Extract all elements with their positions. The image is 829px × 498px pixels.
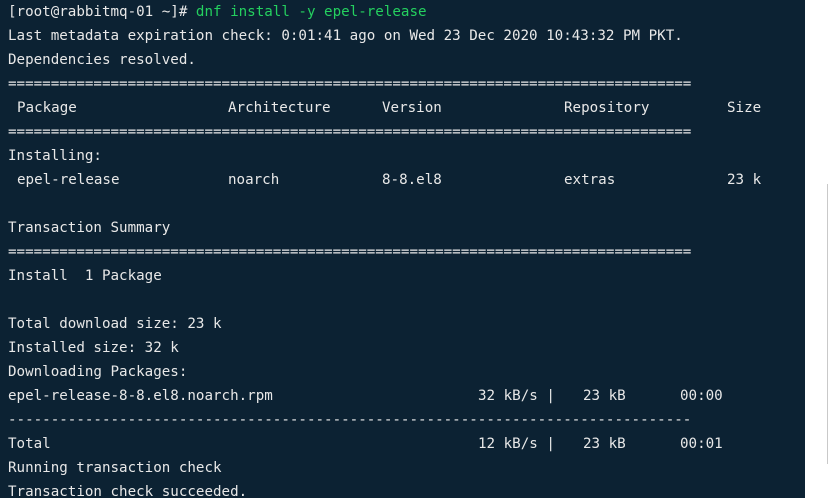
total-size: 23 kB	[583, 436, 626, 452]
download-row: epel-release-8-8.el8.noarch.rpm 32 kB/s …	[0, 384, 805, 408]
package-repo: extras	[564, 172, 616, 188]
running-check-line: Running transaction check	[8, 460, 222, 476]
download-speed: 32 kB/s |	[478, 388, 555, 404]
header-package: Package	[17, 100, 77, 116]
separator-double: ========================================…	[8, 124, 692, 140]
window-margin	[805, 0, 829, 498]
package-version: 8-8.el8	[382, 172, 442, 188]
installed-size: Installed size: 32 k	[8, 340, 179, 356]
package-arch: noarch	[228, 172, 280, 188]
package-name: epel-release	[17, 172, 120, 188]
terminal-window[interactable]: [root@rabbitmq-01 ~]# dnf install -y epe…	[0, 0, 805, 498]
total-row: Total 12 kB/s | 23 kB 00:01	[0, 432, 805, 456]
separator-double: ========================================…	[8, 76, 692, 92]
total-time: 00:01	[680, 436, 723, 452]
header-version: Version	[382, 100, 442, 116]
header-size: Size	[727, 100, 762, 116]
total-speed: 12 kB/s |	[478, 436, 555, 452]
metadata-line: Last metadata expiration check: 0:01:41 …	[8, 28, 683, 44]
scrollbar-edge[interactable]	[827, 184, 828, 464]
downloading-label: Downloading Packages:	[8, 364, 188, 380]
separator-double: ========================================…	[8, 244, 692, 260]
deps-resolved-line: Dependencies resolved.	[8, 52, 196, 68]
install-count: Install 1 Package	[8, 268, 162, 284]
package-size: 23 k	[727, 172, 762, 188]
header-repository: Repository	[564, 100, 650, 116]
check-succeeded-line: Transaction check succeeded.	[8, 484, 248, 498]
download-time: 00:00	[680, 388, 723, 404]
command-text: dnf install -y epel-release	[195, 4, 427, 20]
command-line: [root@rabbitmq-01 ~]# dnf install -y epe…	[8, 0, 427, 24]
installing-label: Installing:	[8, 148, 102, 164]
transaction-summary-heading: Transaction Summary	[8, 220, 171, 236]
download-file: epel-release-8-8.el8.noarch.rpm	[8, 388, 273, 404]
header-architecture: Architecture	[228, 100, 331, 116]
total-download-size: Total download size: 23 k	[8, 316, 222, 332]
separator-single: ----------------------------------------…	[8, 412, 692, 428]
table-header-row: Package Architecture Version Repository …	[0, 96, 805, 120]
total-label: Total	[8, 436, 51, 452]
package-row: epel-release noarch 8-8.el8 extras 23 k	[0, 168, 805, 192]
shell-prompt: [root@rabbitmq-01 ~]#	[8, 4, 196, 20]
download-size: 23 kB	[583, 388, 626, 404]
